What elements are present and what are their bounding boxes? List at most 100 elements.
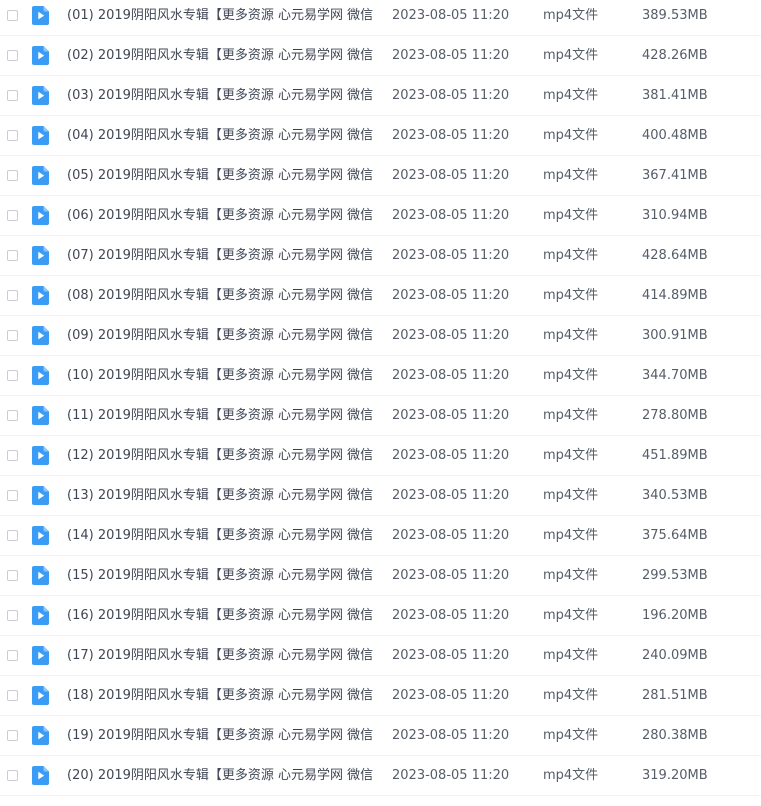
file-row[interactable]: (10) 2019阴阳风水专辑【更多资源 心元易学网 微信 8... 2023-… xyxy=(0,356,761,396)
file-type: mp4文件 xyxy=(543,8,599,23)
video-file-icon xyxy=(32,86,49,105)
video-file-icon xyxy=(32,246,49,265)
file-name[interactable]: (06) 2019阴阳风水专辑【更多资源 心元易学网 微信 8... xyxy=(67,196,377,236)
file-row[interactable]: (18) 2019阴阳风水专辑【更多资源 心元易学网 微信 8... 2023-… xyxy=(0,676,761,716)
file-row[interactable]: (06) 2019阴阳风水专辑【更多资源 心元易学网 微信 8... 2023-… xyxy=(0,196,761,236)
row-checkbox[interactable] xyxy=(7,290,18,301)
file-size: 367.41MB xyxy=(642,168,708,183)
file-size: 300.91MB xyxy=(642,328,708,343)
file-row[interactable]: (08) 2019阴阳风水专辑【更多资源 心元易学网 微信 8... 2023-… xyxy=(0,276,761,316)
row-checkbox[interactable] xyxy=(7,610,18,621)
file-row[interactable]: (05) 2019阴阳风水专辑【更多资源 心元易学网 微信 8... 2023-… xyxy=(0,156,761,196)
row-checkbox[interactable] xyxy=(7,130,18,141)
video-file-icon xyxy=(32,526,49,545)
row-checkbox[interactable] xyxy=(7,490,18,501)
row-checkbox[interactable] xyxy=(7,10,18,21)
file-type: mp4文件 xyxy=(543,488,599,503)
file-modified-date: 2023-08-05 11:20 xyxy=(392,408,510,423)
file-modified-date: 2023-08-05 11:20 xyxy=(392,648,510,663)
file-name[interactable]: (19) 2019阴阳风水专辑【更多资源 心元易学网 微信 8... xyxy=(67,716,377,756)
file-name[interactable]: (04) 2019阴阳风水专辑【更多资源 心元易学网 微信 8... xyxy=(67,116,377,156)
file-name[interactable]: (11) 2019阴阳风水专辑【更多资源 心元易学网 微信 8... xyxy=(67,396,377,436)
video-file-icon xyxy=(32,766,49,785)
row-checkbox[interactable] xyxy=(7,530,18,541)
row-checkbox[interactable] xyxy=(7,250,18,261)
file-size: 278.80MB xyxy=(642,408,708,423)
file-name[interactable]: (14) 2019阴阳风水专辑【更多资源 心元易学网 微信 8... xyxy=(67,516,377,556)
file-type: mp4文件 xyxy=(543,368,599,383)
file-list: (01) 2019阴阳风水专辑【更多资源 心元易学网 微信 8... 2023-… xyxy=(0,0,761,796)
file-type: mp4文件 xyxy=(543,128,599,143)
file-name[interactable]: (05) 2019阴阳风水专辑【更多资源 心元易学网 微信 8... xyxy=(67,156,377,196)
row-checkbox[interactable] xyxy=(7,770,18,781)
video-file-icon xyxy=(32,566,49,585)
file-modified-date: 2023-08-05 11:20 xyxy=(392,448,510,463)
file-name[interactable]: (10) 2019阴阳风水专辑【更多资源 心元易学网 微信 8... xyxy=(67,356,377,396)
row-checkbox[interactable] xyxy=(7,330,18,341)
video-file-icon xyxy=(32,286,49,305)
video-file-icon xyxy=(32,126,49,145)
file-name[interactable]: (15) 2019阴阳风水专辑【更多资源 心元易学网 微信 8... xyxy=(67,556,377,596)
file-row[interactable]: (03) 2019阴阳风水专辑【更多资源 心元易学网 微信 8... 2023-… xyxy=(0,76,761,116)
file-name[interactable]: (03) 2019阴阳风水专辑【更多资源 心元易学网 微信 8... xyxy=(67,76,377,116)
file-modified-date: 2023-08-05 11:20 xyxy=(392,368,510,383)
file-modified-date: 2023-08-05 11:20 xyxy=(392,488,510,503)
file-row[interactable]: (01) 2019阴阳风水专辑【更多资源 心元易学网 微信 8... 2023-… xyxy=(0,0,761,36)
file-type: mp4文件 xyxy=(543,608,599,623)
file-size: 240.09MB xyxy=(642,648,708,663)
file-size: 389.53MB xyxy=(642,8,708,23)
file-row[interactable]: (16) 2019阴阳风水专辑【更多资源 心元易学网 微信 8... 2023-… xyxy=(0,596,761,636)
row-checkbox[interactable] xyxy=(7,210,18,221)
row-checkbox[interactable] xyxy=(7,570,18,581)
row-checkbox[interactable] xyxy=(7,50,18,61)
file-row[interactable]: (14) 2019阴阳风水专辑【更多资源 心元易学网 微信 8... 2023-… xyxy=(0,516,761,556)
row-checkbox[interactable] xyxy=(7,650,18,661)
file-size: 299.53MB xyxy=(642,568,708,583)
file-name[interactable]: (17) 2019阴阳风水专辑【更多资源 心元易学网 微信 8... xyxy=(67,636,377,676)
row-checkbox[interactable] xyxy=(7,410,18,421)
file-row[interactable]: (17) 2019阴阳风水专辑【更多资源 心元易学网 微信 8... 2023-… xyxy=(0,636,761,676)
video-file-icon xyxy=(32,686,49,705)
file-row[interactable]: (09) 2019阴阳风水专辑【更多资源 心元易学网 微信 8... 2023-… xyxy=(0,316,761,356)
file-row[interactable]: (15) 2019阴阳风水专辑【更多资源 心元易学网 微信 8... 2023-… xyxy=(0,556,761,596)
file-name[interactable]: (07) 2019阴阳风水专辑【更多资源 心元易学网 微信 8... xyxy=(67,236,377,276)
video-file-icon xyxy=(32,326,49,345)
row-checkbox[interactable] xyxy=(7,370,18,381)
file-row[interactable]: (11) 2019阴阳风水专辑【更多资源 心元易学网 微信 8... 2023-… xyxy=(0,396,761,436)
file-row[interactable]: (12) 2019阴阳风水专辑【更多资源 心元易学网 微信 8... 2023-… xyxy=(0,436,761,476)
file-name[interactable]: (20) 2019阴阳风水专辑【更多资源 心元易学网 微信 8... xyxy=(67,756,377,796)
file-modified-date: 2023-08-05 11:20 xyxy=(392,608,510,623)
file-size: 414.89MB xyxy=(642,288,708,303)
file-modified-date: 2023-08-05 11:20 xyxy=(392,768,510,783)
file-row[interactable]: (02) 2019阴阳风水专辑【更多资源 心元易学网 微信 8... 2023-… xyxy=(0,36,761,76)
row-checkbox[interactable] xyxy=(7,170,18,181)
file-name[interactable]: (02) 2019阴阳风水专辑【更多资源 心元易学网 微信 8... xyxy=(67,36,377,76)
file-size: 375.64MB xyxy=(642,528,708,543)
video-file-icon xyxy=(32,166,49,185)
file-modified-date: 2023-08-05 11:20 xyxy=(392,248,510,263)
video-file-icon xyxy=(32,446,49,465)
file-name[interactable]: (08) 2019阴阳风水专辑【更多资源 心元易学网 微信 8... xyxy=(67,276,377,316)
file-name[interactable]: (16) 2019阴阳风水专辑【更多资源 心元易学网 微信 8... xyxy=(67,596,377,636)
file-size: 281.51MB xyxy=(642,688,708,703)
file-modified-date: 2023-08-05 11:20 xyxy=(392,328,510,343)
video-file-icon xyxy=(32,6,49,25)
row-checkbox[interactable] xyxy=(7,90,18,101)
file-modified-date: 2023-08-05 11:20 xyxy=(392,728,510,743)
file-row[interactable]: (19) 2019阴阳风水专辑【更多资源 心元易学网 微信 8... 2023-… xyxy=(0,716,761,756)
file-row[interactable]: (07) 2019阴阳风水专辑【更多资源 心元易学网 微信 8... 2023-… xyxy=(0,236,761,276)
file-row[interactable]: (04) 2019阴阳风水专辑【更多资源 心元易学网 微信 8... 2023-… xyxy=(0,116,761,156)
row-checkbox[interactable] xyxy=(7,450,18,461)
file-modified-date: 2023-08-05 11:20 xyxy=(392,288,510,303)
file-name[interactable]: (13) 2019阴阳风水专辑【更多资源 心元易学网 微信 8... xyxy=(67,476,377,516)
file-modified-date: 2023-08-05 11:20 xyxy=(392,8,510,23)
row-checkbox[interactable] xyxy=(7,730,18,741)
file-name[interactable]: (01) 2019阴阳风水专辑【更多资源 心元易学网 微信 8... xyxy=(67,0,377,36)
file-row[interactable]: (13) 2019阴阳风水专辑【更多资源 心元易学网 微信 8... 2023-… xyxy=(0,476,761,516)
file-name[interactable]: (09) 2019阴阳风水专辑【更多资源 心元易学网 微信 8... xyxy=(67,316,377,356)
file-row[interactable]: (20) 2019阴阳风水专辑【更多资源 心元易学网 微信 8... 2023-… xyxy=(0,756,761,796)
file-type: mp4文件 xyxy=(543,448,599,463)
file-name[interactable]: (12) 2019阴阳风水专辑【更多资源 心元易学网 微信 8... xyxy=(67,436,377,476)
file-name[interactable]: (18) 2019阴阳风水专辑【更多资源 心元易学网 微信 8... xyxy=(67,676,377,716)
row-checkbox[interactable] xyxy=(7,690,18,701)
